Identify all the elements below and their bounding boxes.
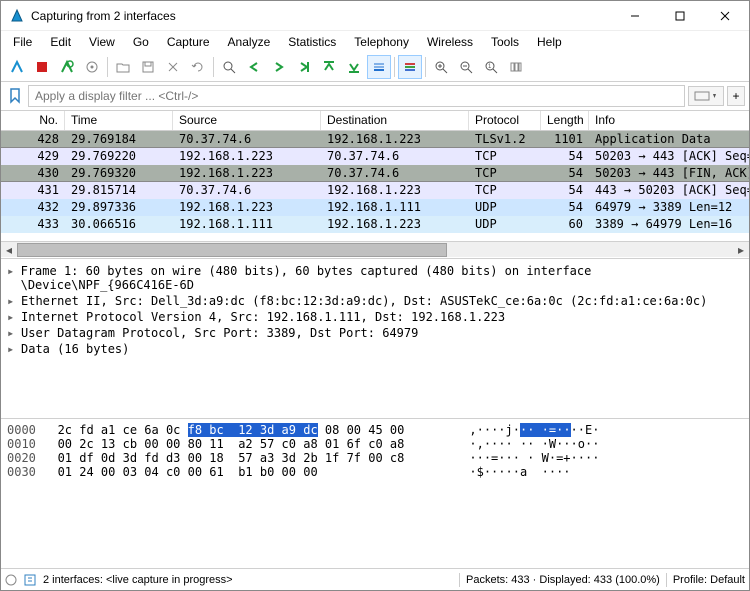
packet-row[interactable]: 43330.066516192.168.1.111192.168.1.223UD… <box>1 216 749 233</box>
hex-line[interactable]: 0010 00 2c 13 cb 00 00 80 11 a2 57 c0 a8… <box>7 437 743 451</box>
expression-button[interactable] <box>688 86 724 106</box>
packet-list-header[interactable]: No. Time Source Destination Protocol Len… <box>1 111 749 131</box>
reload-button[interactable] <box>186 55 210 79</box>
find-packet-button[interactable] <box>217 55 241 79</box>
go-last-button[interactable] <box>342 55 366 79</box>
detail-line: ▸User Datagram Protocol, Src Port: 3389,… <box>7 325 743 341</box>
scroll-left-icon[interactable]: ◂ <box>1 242 17 258</box>
zoom-out-button[interactable] <box>454 55 478 79</box>
menu-help[interactable]: Help <box>529 33 570 51</box>
packet-rows[interactable]: 42829.76918470.37.74.6192.168.1.223TLSv1… <box>1 131 749 241</box>
save-file-button[interactable] <box>136 55 160 79</box>
menu-bar: File Edit View Go Capture Analyze Statis… <box>1 31 749 53</box>
expand-icon[interactable]: ▸ <box>7 326 17 340</box>
col-no[interactable]: No. <box>1 111 65 130</box>
menu-wireless[interactable]: Wireless <box>419 33 481 51</box>
svg-text:1: 1 <box>488 64 492 70</box>
toolbar-separator <box>107 57 108 77</box>
app-icon <box>9 8 25 24</box>
menu-telephony[interactable]: Telephony <box>346 33 417 51</box>
packet-hscroll[interactable]: ◂ ▸ <box>1 241 749 257</box>
col-info[interactable]: Info <box>589 111 749 130</box>
toolbar-separator <box>394 57 395 77</box>
hex-line[interactable]: 0030 01 24 00 03 04 c0 00 61 b1 b0 00 00… <box>7 465 743 479</box>
window-title: Capturing from 2 interfaces <box>31 9 612 23</box>
menu-edit[interactable]: Edit <box>42 33 79 51</box>
status-bar: 2 interfaces: <live capture in progress>… <box>1 568 749 590</box>
zoom-in-button[interactable] <box>429 55 453 79</box>
packet-details-pane[interactable]: ▸Frame 1: 60 bytes on wire (480 bits), 6… <box>1 259 749 419</box>
packet-list-pane: No. Time Source Destination Protocol Len… <box>1 111 749 259</box>
close-button[interactable] <box>702 1 747 31</box>
maximize-button[interactable] <box>657 1 702 31</box>
packet-row[interactable]: 42929.769220192.168.1.22370.37.74.6TCP54… <box>1 148 749 165</box>
packet-row[interactable]: 42829.76918470.37.74.6192.168.1.223TLSv1… <box>1 131 749 148</box>
zoom-reset-button[interactable]: 1 <box>479 55 503 79</box>
menu-tools[interactable]: Tools <box>483 33 527 51</box>
detail-line: ▸Data (16 bytes) <box>7 341 743 357</box>
detail-line: ▸Frame 1: 60 bytes on wire (480 bits), 6… <box>7 263 743 293</box>
title-bar: Capturing from 2 interfaces <box>1 1 749 31</box>
packet-row[interactable]: 43029.769320192.168.1.22370.37.74.6TCP54… <box>1 165 749 182</box>
status-packets-text: Packets: 433 · Displayed: 433 (100.0%) <box>466 574 660 586</box>
expert-info-icon[interactable] <box>23 573 37 587</box>
close-file-button[interactable] <box>161 55 185 79</box>
scroll-thumb[interactable] <box>17 243 447 257</box>
scroll-right-icon[interactable]: ▸ <box>733 242 749 258</box>
restart-capture-button[interactable] <box>55 55 79 79</box>
hex-line[interactable]: 0000 2c fd a1 ce 6a 0c f8 bc 12 3d a9 dc… <box>7 423 743 437</box>
minimize-button[interactable] <box>612 1 657 31</box>
go-first-button[interactable] <box>317 55 341 79</box>
start-capture-button[interactable] <box>5 55 29 79</box>
detail-line: ▸Internet Protocol Version 4, Src: 192.1… <box>7 309 743 325</box>
capture-options-button[interactable] <box>80 55 104 79</box>
status-icon[interactable] <box>5 574 17 586</box>
colorize-button[interactable] <box>398 55 422 79</box>
bookmark-icon[interactable] <box>5 86 25 106</box>
menu-go[interactable]: Go <box>125 33 157 51</box>
go-back-button[interactable] <box>242 55 266 79</box>
col-len[interactable]: Length <box>541 111 589 130</box>
status-profile-text[interactable]: Profile: Default <box>673 574 745 586</box>
col-time[interactable]: Time <box>65 111 173 130</box>
go-to-packet-button[interactable] <box>292 55 316 79</box>
expand-icon[interactable]: ▸ <box>7 294 17 308</box>
hex-line[interactable]: 0020 01 df 0d 3d fd d3 00 18 57 a3 3d 2b… <box>7 451 743 465</box>
open-file-button[interactable] <box>111 55 135 79</box>
filter-bar: + <box>1 82 749 111</box>
toolbar: 1 <box>1 53 749 82</box>
menu-statistics[interactable]: Statistics <box>280 33 344 51</box>
menu-analyze[interactable]: Analyze <box>220 33 279 51</box>
col-src[interactable]: Source <box>173 111 321 130</box>
col-dst[interactable]: Destination <box>321 111 469 130</box>
packet-row[interactable]: 43129.81571470.37.74.6192.168.1.223TCP54… <box>1 182 749 199</box>
go-forward-button[interactable] <box>267 55 291 79</box>
col-proto[interactable]: Protocol <box>469 111 541 130</box>
display-filter-input[interactable] <box>28 85 685 107</box>
status-capture-text: 2 interfaces: <live capture in progress> <box>43 574 233 586</box>
add-filter-button[interactable]: + <box>727 86 745 106</box>
expand-icon[interactable]: ▸ <box>7 310 17 324</box>
menu-capture[interactable]: Capture <box>159 33 218 51</box>
resize-columns-button[interactable] <box>504 55 528 79</box>
packet-row[interactable]: 43229.897336192.168.1.223192.168.1.111UD… <box>1 199 749 216</box>
toolbar-separator <box>213 57 214 77</box>
auto-scroll-button[interactable] <box>367 55 391 79</box>
stop-capture-button[interactable] <box>30 55 54 79</box>
packet-bytes-pane[interactable]: 0000 2c fd a1 ce 6a 0c f8 bc 12 3d a9 dc… <box>1 419 749 568</box>
detail-line: ▸Ethernet II, Src: Dell_3d:a9:dc (f8:bc:… <box>7 293 743 309</box>
expand-icon[interactable]: ▸ <box>7 342 17 356</box>
toolbar-separator <box>425 57 426 77</box>
expand-icon[interactable]: ▸ <box>7 264 17 278</box>
menu-file[interactable]: File <box>5 33 40 51</box>
menu-view[interactable]: View <box>81 33 123 51</box>
